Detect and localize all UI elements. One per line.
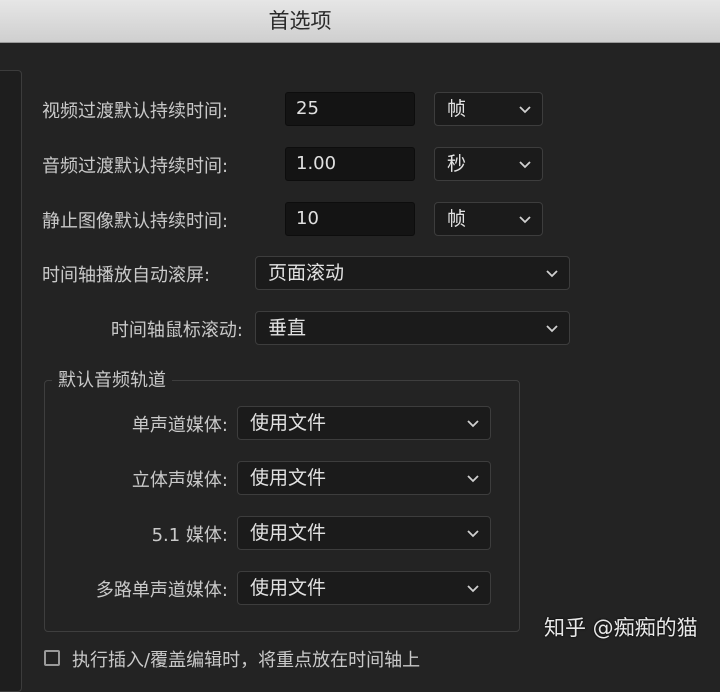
chevron-down-icon [467,530,479,538]
dropdown-value: 帧 [447,98,467,120]
dropdown-value: 秒 [447,153,467,175]
mono-media-label: 单声道媒体: [131,415,228,436]
timeline-autoscroll-dropdown[interactable]: 页面滚动 [255,256,570,290]
dropdown-value: 使用文件 [250,522,327,544]
chevron-down-icon [519,216,531,224]
chevron-down-icon [467,475,479,483]
dropdown-value: 垂直 [268,317,307,339]
dropdown-value: 使用文件 [250,467,327,489]
window-title: 首选项 [268,9,332,33]
timeline-mouse-scroll-dropdown[interactable]: 垂直 [255,311,570,345]
chevron-down-icon [519,106,531,114]
stereo-media-dropdown[interactable]: 使用文件 [237,461,491,495]
multimono-media-label: 多路单声道媒体: [95,580,228,601]
chevron-down-icon [467,585,479,593]
chevron-down-icon [546,270,558,278]
still-image-unit-dropdown[interactable]: 帧 [434,202,543,236]
dropdown-value: 帧 [447,208,467,230]
dropdown-value: 使用文件 [250,577,327,599]
mono-media-dropdown[interactable]: 使用文件 [237,406,491,440]
chevron-down-icon [546,325,558,333]
still-image-input[interactable]: 10 [285,202,415,236]
video-transition-unit-dropdown[interactable]: 帧 [434,92,543,126]
stereo-media-label: 立体声媒体: [131,470,228,491]
dropdown-value: 页面滚动 [268,262,345,284]
category-list-pane[interactable] [0,70,22,692]
still-image-label: 静止图像默认持续时间: [42,211,229,232]
surround-media-dropdown[interactable]: 使用文件 [237,516,491,550]
multimono-media-dropdown[interactable]: 使用文件 [237,571,491,605]
timeline-mouse-scroll-label: 时间轴鼠标滚动: [110,320,243,341]
audio-transition-input[interactable]: 1.00 [285,147,415,181]
title-bar: 首选项 [0,0,720,43]
timeline-autoscroll-label: 时间轴播放自动滚屏: [42,265,211,286]
chevron-down-icon [467,420,479,428]
watermark: 知乎 @痴痴的猫 [544,616,698,640]
audio-transition-unit-dropdown[interactable]: 秒 [434,147,543,181]
surround-media-label: 5.1 媒体: [151,525,228,546]
chevron-down-icon [519,161,531,169]
dropdown-value: 使用文件 [250,412,327,434]
focus-timeline-checkbox[interactable] [44,650,60,666]
video-transition-input[interactable]: 25 [285,92,415,126]
focus-timeline-checkbox-label: 执行插入/覆盖编辑时，将重点放在时间轴上 [72,650,421,671]
video-transition-label: 视频过渡默认持续时间: [42,101,229,122]
group-legend: 默认音频轨道 [52,366,172,392]
audio-transition-label: 音频过渡默认持续时间: [42,156,229,177]
